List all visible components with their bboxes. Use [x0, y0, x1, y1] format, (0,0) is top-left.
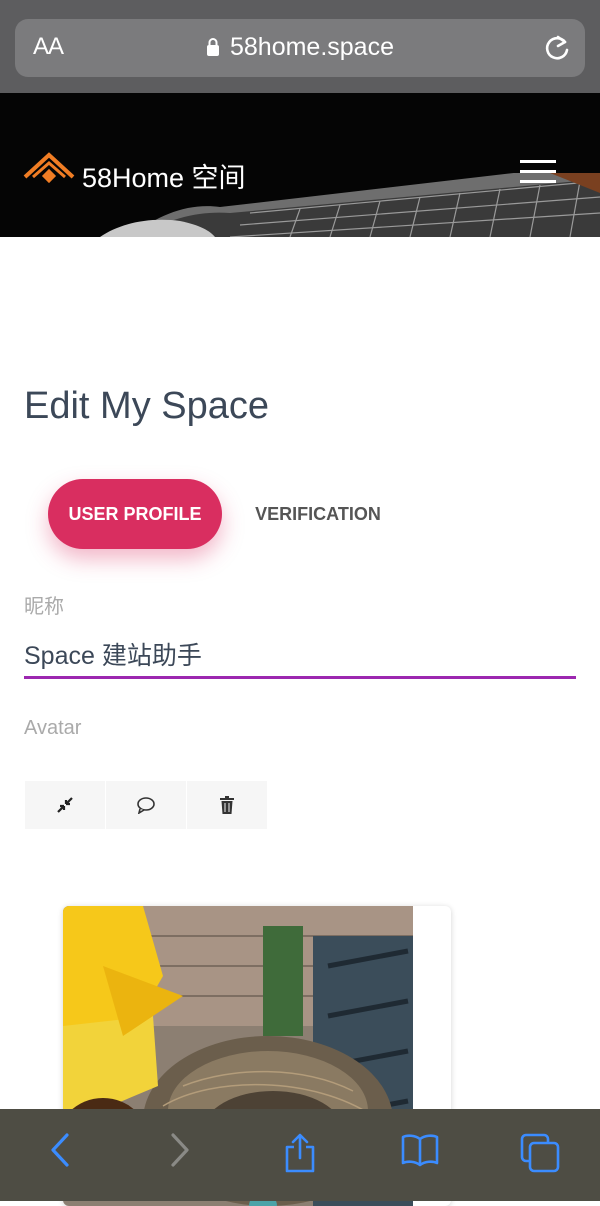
tabs-icon[interactable]	[520, 1133, 560, 1173]
site-name[interactable]: 58Home 空间	[82, 156, 246, 195]
address-bar[interactable]: AA 58home.space	[15, 19, 585, 77]
shrink-button[interactable]	[25, 781, 106, 829]
tab-user-profile[interactable]: USER PROFILE	[48, 479, 222, 549]
delete-button[interactable]	[187, 781, 267, 829]
hamburger-menu-icon[interactable]	[520, 160, 556, 184]
back-icon[interactable]	[49, 1133, 71, 1167]
browser-top-bar: AA 58home.space	[0, 0, 600, 93]
comment-icon	[137, 797, 155, 814]
reload-icon[interactable]	[543, 33, 571, 63]
shrink-icon	[57, 797, 73, 813]
trash-icon	[220, 796, 234, 814]
page-title: Edit My Space	[24, 385, 269, 427]
url-text: 58home.space	[229, 33, 394, 61]
site-header: 58Home 空间	[0, 93, 600, 237]
nickname-label: 昵称	[24, 596, 64, 618]
avatar-label: Avatar	[24, 717, 82, 739]
share-icon[interactable]	[284, 1133, 316, 1173]
comment-button[interactable]	[106, 781, 187, 829]
nickname-input[interactable]	[24, 632, 576, 679]
site-logo[interactable]	[22, 151, 76, 197]
browser-bottom-bar	[0, 1109, 600, 1201]
forward-icon[interactable]	[169, 1133, 191, 1167]
url-display[interactable]: 58home.space	[15, 33, 585, 62]
bookmarks-icon[interactable]	[401, 1133, 439, 1167]
lock-icon	[206, 38, 219, 56]
tab-verification[interactable]: VERIFICATION	[240, 479, 396, 549]
avatar-toolbar	[25, 781, 267, 829]
